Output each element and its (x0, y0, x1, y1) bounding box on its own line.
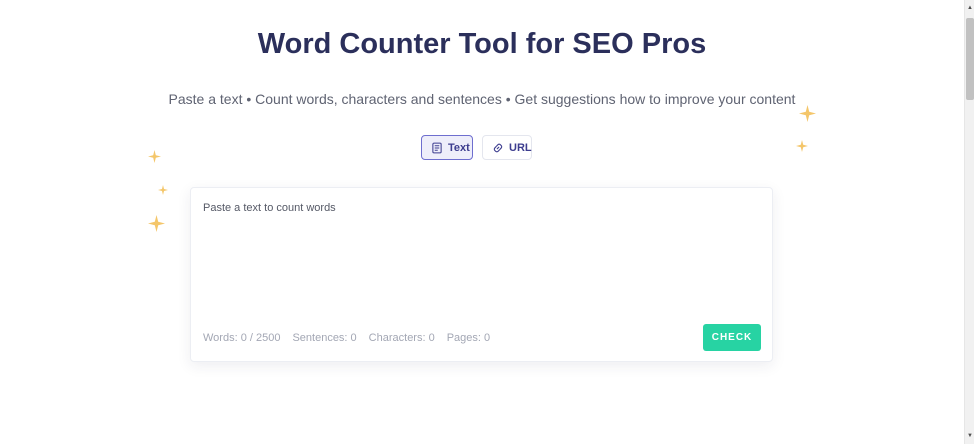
tab-text[interactable]: Text (421, 135, 473, 160)
scrollbar-thumb[interactable] (966, 18, 974, 100)
text-input[interactable] (203, 202, 758, 312)
sparkle-icon (796, 140, 808, 152)
sparkle-icon (799, 105, 816, 122)
sentence-count: Sentences: 0 (292, 332, 357, 344)
page-subtitle: Paste a text • Count words, characters a… (168, 91, 796, 107)
text-stats: Words: 0 / 2500 Sentences: 0 Characters:… (203, 332, 490, 344)
document-icon (432, 142, 442, 153)
check-button[interactable]: CHECK (703, 324, 761, 351)
mode-tabs: Text URL (421, 135, 532, 160)
tab-url-label: URL (509, 141, 532, 154)
scroll-down-icon[interactable]: ▼ (965, 430, 974, 442)
text-editor-card: Words: 0 / 2500 Sentences: 0 Characters:… (190, 187, 773, 362)
sparkle-icon (148, 215, 165, 232)
sparkle-icon (148, 150, 161, 163)
tab-url[interactable]: URL (482, 135, 532, 160)
sparkle-icon (158, 185, 168, 195)
vertical-scrollbar[interactable]: ▲ ▼ (964, 0, 974, 444)
character-count: Characters: 0 (368, 332, 435, 344)
tab-text-label: Text (448, 141, 470, 154)
link-icon (493, 143, 503, 152)
page-count: Pages: 0 (446, 332, 491, 344)
page-title: Word Counter Tool for SEO Pros (257, 28, 707, 60)
word-count: Words: 0 / 2500 (203, 332, 281, 344)
page: Word Counter Tool for SEO Pros Paste a t… (0, 0, 974, 444)
scroll-up-icon[interactable]: ▲ (965, 2, 974, 14)
